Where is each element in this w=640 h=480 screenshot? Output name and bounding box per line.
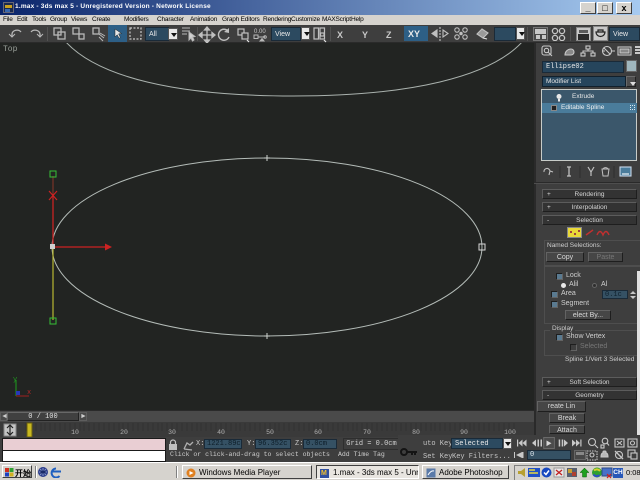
svg-text:70: 70 [363,429,371,436]
svg-text:0.00: 0.00 [254,29,266,35]
svg-text:Z: Z [386,30,392,40]
svg-text:40: 40 [217,429,225,436]
svg-text:10: 10 [71,429,79,436]
svg-text:60: 60 [314,429,322,436]
svg-text:x: x [27,389,31,397]
svg-text:Y: Y [362,30,368,40]
svg-text:30: 30 [168,429,176,436]
svg-text:XY: XY [408,29,420,39]
svg-text:20: 20 [120,429,128,436]
svg-text:y: y [13,376,17,384]
svg-text:50: 50 [266,429,274,436]
svg-text:X: X [337,30,343,40]
